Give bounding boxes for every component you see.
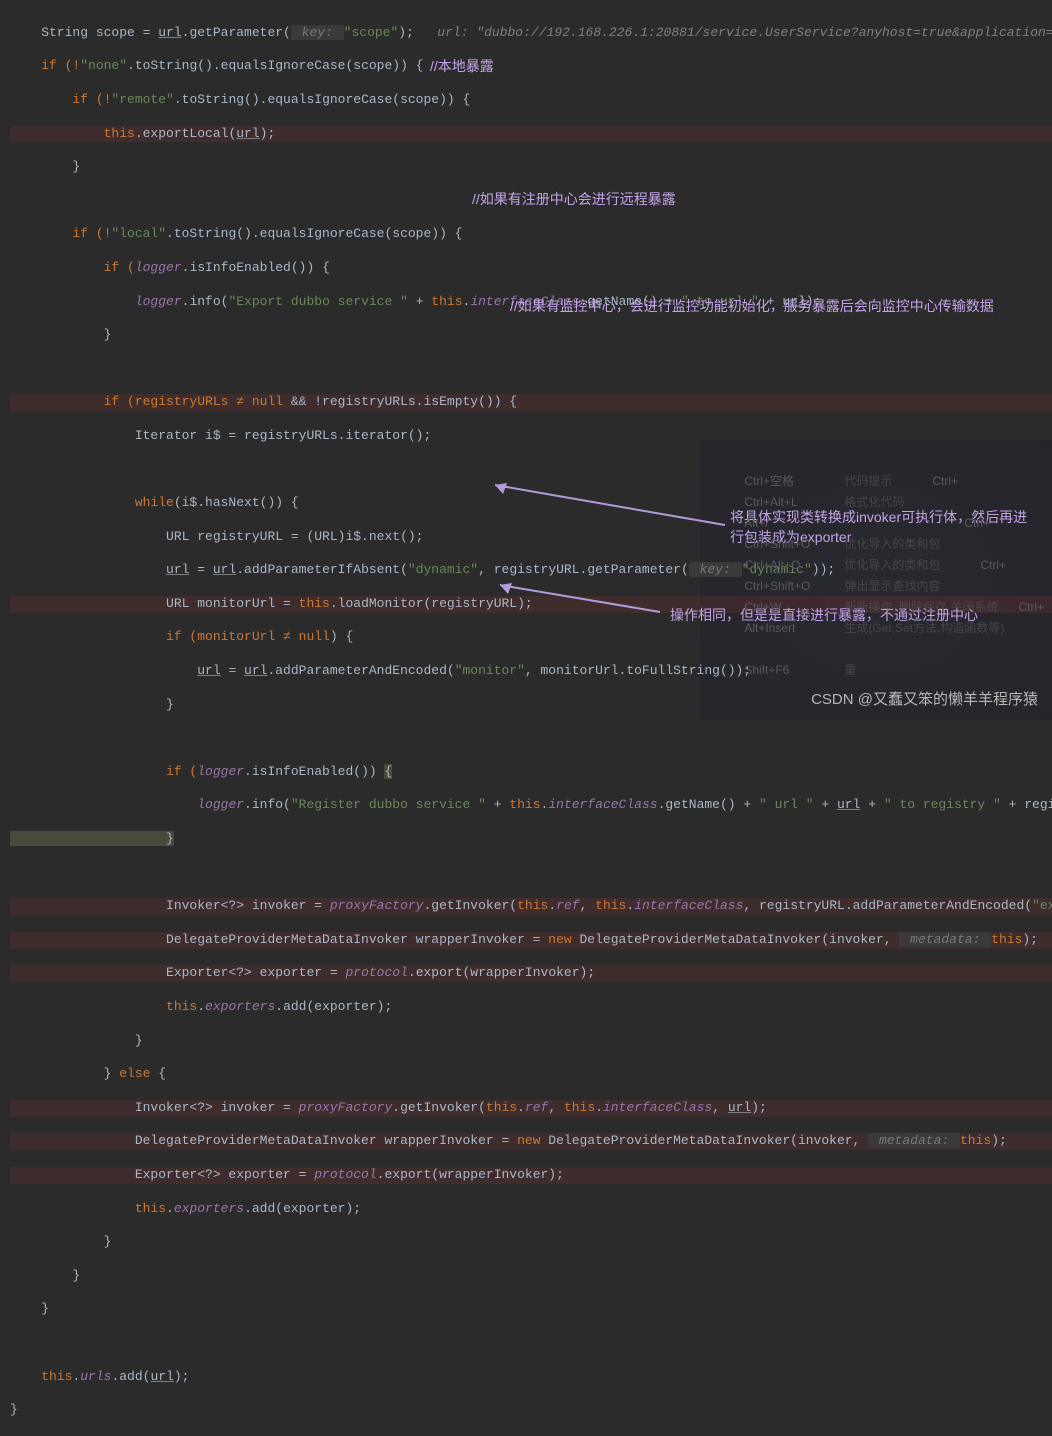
code-editor[interactable]: String scope = url.getParameter( key: "s…	[0, 0, 1052, 1436]
annotation-local-expose: //本地暴露	[430, 56, 494, 76]
annotation-registry: //如果有注册中心会进行远程暴露	[472, 189, 676, 209]
annotation-monitor: //如果有监控中心，会进行监控功能初始化，服务暴露后会向监控中心传输数据	[510, 296, 994, 316]
shortcut-hints-panel: Ctrl+空格代码提示Ctrl+ Ctrl+Alt+L格式化代码 Alt+/Ct…	[744, 470, 1052, 680]
watermark: CSDN @又蠢又笨的懒羊羊程序猿	[811, 688, 1038, 709]
